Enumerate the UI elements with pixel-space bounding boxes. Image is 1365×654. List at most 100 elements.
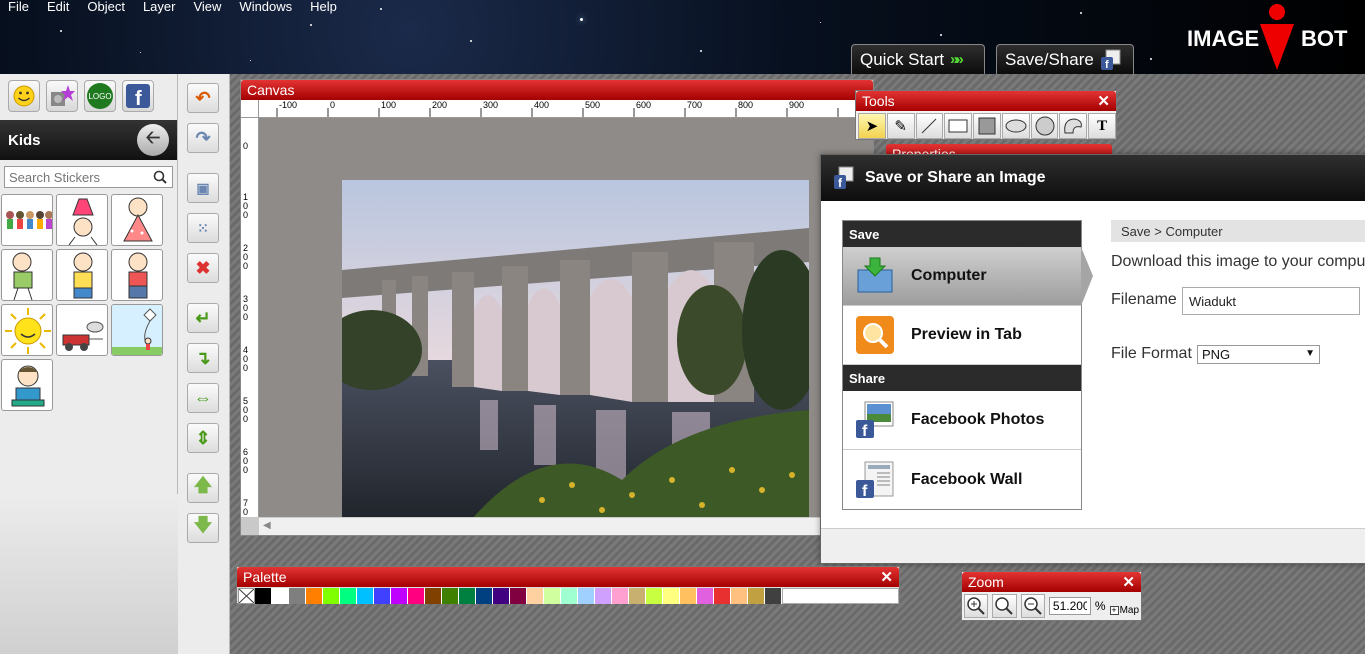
color-swatch[interactable] bbox=[510, 588, 527, 604]
color-swatch[interactable] bbox=[272, 588, 289, 604]
move-up-button[interactable]: 🡅 bbox=[187, 473, 219, 503]
back-arrow-icon[interactable]: 🡠 bbox=[137, 124, 169, 156]
menu-view[interactable]: View bbox=[184, 0, 230, 16]
logo-category-button[interactable]: LOGO bbox=[84, 80, 116, 112]
zoom-reset-button[interactable] bbox=[992, 594, 1017, 618]
color-swatch[interactable] bbox=[374, 588, 391, 604]
canvas-area[interactable] bbox=[259, 118, 873, 531]
undo-button[interactable]: ↶ bbox=[187, 83, 219, 113]
color-swatch[interactable] bbox=[476, 588, 493, 604]
sticker-search-input[interactable] bbox=[9, 169, 153, 185]
ellipse-tool[interactable] bbox=[1001, 113, 1030, 139]
sticker-thumbnail[interactable] bbox=[1, 249, 53, 301]
facebook-category-button[interactable]: f bbox=[122, 80, 154, 112]
menu-object[interactable]: Object bbox=[78, 0, 134, 16]
circle-tool[interactable] bbox=[1030, 113, 1059, 139]
color-swatch[interactable] bbox=[697, 588, 714, 604]
color-swatch[interactable] bbox=[663, 588, 680, 604]
color-swatch[interactable] bbox=[527, 588, 544, 604]
sticker-thumbnail[interactable] bbox=[1, 359, 53, 411]
tools-title-bar[interactable]: Tools ✕ bbox=[856, 91, 1116, 111]
select-tool[interactable]: ➤ bbox=[858, 113, 886, 139]
line-tool[interactable] bbox=[915, 113, 944, 139]
color-swatch[interactable] bbox=[731, 588, 748, 604]
search-icon[interactable] bbox=[153, 170, 167, 184]
menu-help[interactable]: Help bbox=[301, 0, 346, 16]
color-swatch[interactable] bbox=[340, 588, 357, 604]
sticker-thumbnail[interactable] bbox=[111, 249, 163, 301]
canvas-title-bar[interactable]: Canvas bbox=[241, 80, 873, 100]
send-back-button[interactable]: ↵ bbox=[187, 303, 219, 333]
color-swatch[interactable] bbox=[561, 588, 578, 604]
no-color-swatch[interactable] bbox=[238, 588, 255, 604]
sticker-thumbnail[interactable] bbox=[56, 249, 108, 301]
option-facebook-wall[interactable]: f Facebook Wall bbox=[843, 450, 1081, 509]
group-button[interactable]: ⁙ bbox=[187, 213, 219, 243]
color-swatch[interactable] bbox=[391, 588, 408, 604]
pencil-tool[interactable]: ✎ bbox=[886, 113, 915, 139]
redo-button[interactable]: ↷ bbox=[187, 123, 219, 153]
smiley-category-button[interactable] bbox=[8, 80, 40, 112]
text-tool[interactable]: T bbox=[1088, 113, 1117, 139]
menu-windows[interactable]: Windows bbox=[230, 0, 301, 16]
option-computer[interactable]: Computer bbox=[843, 247, 1093, 306]
color-swatch[interactable] bbox=[289, 588, 306, 604]
color-swatch[interactable] bbox=[612, 588, 629, 604]
select-all-button[interactable]: ▣ bbox=[187, 173, 219, 203]
color-swatch[interactable] bbox=[714, 588, 731, 604]
color-swatch[interactable] bbox=[646, 588, 663, 604]
option-facebook-photos[interactable]: f Facebook Photos bbox=[843, 391, 1081, 450]
palette-title-bar[interactable]: Palette ✕ bbox=[237, 567, 899, 587]
bridge-photo[interactable] bbox=[342, 180, 809, 531]
color-swatch[interactable] bbox=[442, 588, 459, 604]
sticker-thumbnail[interactable] bbox=[111, 194, 163, 246]
flip-vertical-button[interactable]: ⇕ bbox=[187, 423, 219, 453]
color-swatch[interactable] bbox=[544, 588, 561, 604]
color-swatch[interactable] bbox=[255, 588, 272, 604]
sticker-thumbnail[interactable] bbox=[56, 304, 108, 356]
filename-input[interactable] bbox=[1182, 287, 1360, 315]
rectangle-tool[interactable] bbox=[944, 113, 973, 139]
color-swatch[interactable] bbox=[765, 588, 782, 604]
menu-edit[interactable]: Edit bbox=[38, 0, 78, 16]
save-share-tab[interactable]: Save/Share f bbox=[996, 44, 1134, 74]
color-swatch[interactable] bbox=[680, 588, 697, 604]
color-swatch[interactable] bbox=[323, 588, 340, 604]
color-swatch[interactable] bbox=[425, 588, 442, 604]
map-toggle[interactable]: + Map bbox=[1109, 605, 1139, 616]
sticker-thumbnail[interactable] bbox=[56, 194, 108, 246]
zoom-out-button[interactable] bbox=[1020, 594, 1045, 618]
menu-file[interactable]: File bbox=[0, 0, 38, 16]
zoom-level-input[interactable] bbox=[1048, 597, 1091, 615]
zoom-in-button[interactable] bbox=[964, 594, 989, 618]
color-swatch[interactable] bbox=[493, 588, 510, 604]
horizontal-scrollbar[interactable]: ◀ bbox=[259, 517, 873, 535]
close-icon[interactable]: ✕ bbox=[880, 568, 893, 586]
close-icon[interactable]: ✕ bbox=[1097, 92, 1110, 110]
file-format-select[interactable]: PNG ▼ bbox=[1197, 345, 1320, 364]
delete-button[interactable]: ✖ bbox=[187, 253, 219, 283]
color-swatch[interactable] bbox=[748, 588, 765, 604]
color-swatch[interactable] bbox=[595, 588, 612, 604]
color-swatch[interactable] bbox=[306, 588, 323, 604]
color-swatch[interactable] bbox=[408, 588, 425, 604]
quick-start-tab[interactable]: Quick Start »» bbox=[851, 44, 985, 74]
color-swatch[interactable] bbox=[578, 588, 595, 604]
color-swatch[interactable] bbox=[629, 588, 646, 604]
zoom-title-bar[interactable]: Zoom ✕ bbox=[962, 572, 1141, 592]
option-preview-tab[interactable]: Preview in Tab bbox=[843, 306, 1081, 365]
color-swatch[interactable] bbox=[357, 588, 374, 604]
sticker-thumbnail[interactable] bbox=[1, 194, 53, 246]
sticker-thumbnail[interactable] bbox=[1, 304, 53, 356]
move-down-button[interactable]: 🡇 bbox=[187, 513, 219, 543]
shape-tool[interactable] bbox=[1059, 113, 1088, 139]
bring-forward-button[interactable]: ↴ bbox=[187, 343, 219, 373]
sticker-thumbnail[interactable] bbox=[111, 304, 163, 356]
flip-horizontal-button[interactable]: ⇔ bbox=[187, 383, 219, 413]
menu-layer[interactable]: Layer bbox=[134, 0, 185, 16]
shapes-category-button[interactable] bbox=[46, 80, 78, 112]
custom-color-field[interactable] bbox=[782, 588, 899, 604]
rounded-rect-tool[interactable] bbox=[973, 113, 1001, 139]
scroll-left-icon[interactable]: ◀ bbox=[263, 520, 271, 531]
close-icon[interactable]: ✕ bbox=[1122, 573, 1135, 591]
